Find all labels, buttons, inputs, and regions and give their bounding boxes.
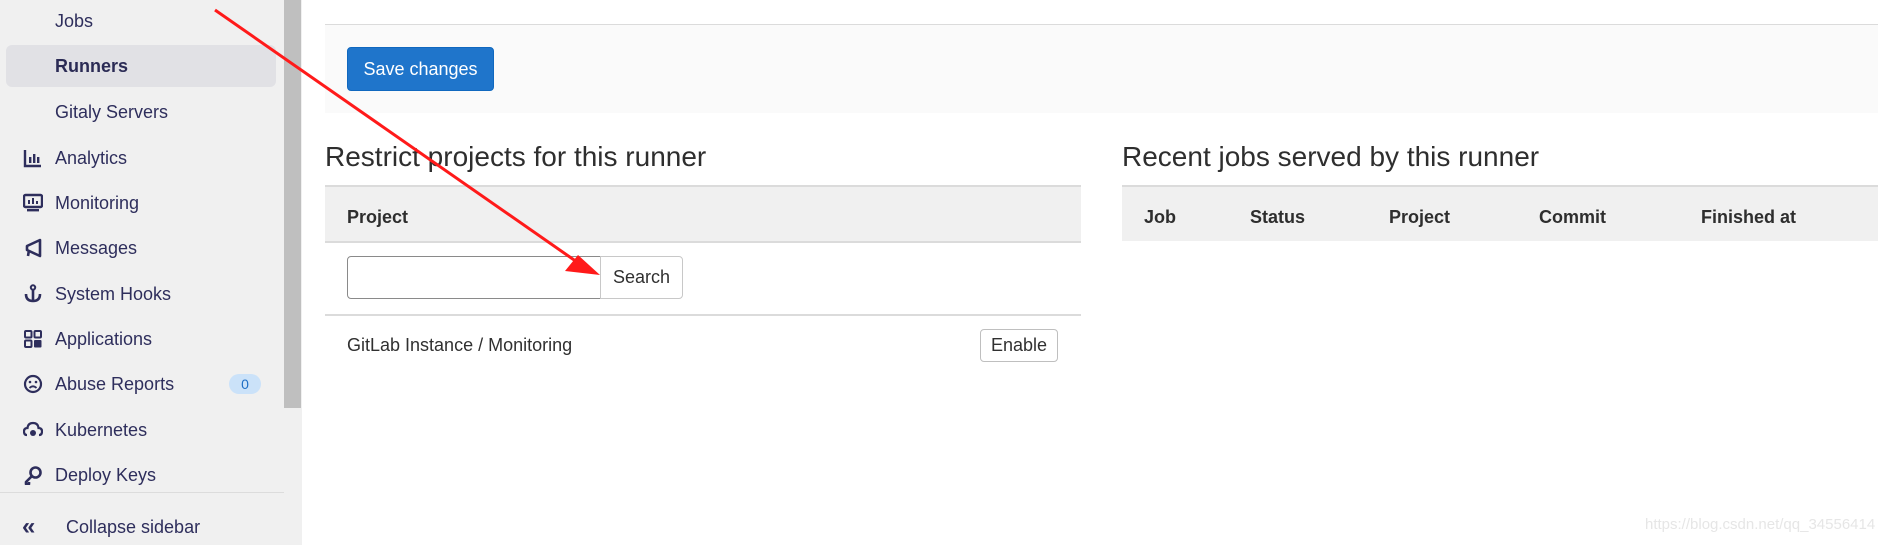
sidebar-item-label: Kubernetes (55, 419, 148, 440)
sidebar-item-monitoring[interactable]: Monitoring (6, 182, 276, 224)
sidebar-item-kubernetes[interactable]: Kubernetes (6, 409, 276, 451)
sad-face-icon (22, 373, 44, 395)
sidebar-item-analytics[interactable]: Analytics (6, 137, 276, 179)
sidebar-item-label: Runners (55, 55, 129, 76)
project-search-input[interactable] (347, 256, 601, 299)
sidebar-divider (0, 492, 302, 493)
save-changes-button[interactable]: Save changes (347, 47, 494, 91)
column-header-status: Status (1250, 207, 1306, 227)
collapse-sidebar-button[interactable]: « Collapse sidebar (0, 510, 302, 544)
sidebar-item-system-hooks[interactable]: System Hooks (6, 273, 276, 315)
sidebar-item-label: Gitaly Servers (55, 101, 169, 122)
column-header-project: Project (347, 207, 409, 227)
sidebar-item-deploy-keys[interactable]: Deploy Keys (6, 454, 276, 496)
project-name: GitLab Instance / Monitoring (347, 335, 573, 355)
sidebar-item-applications[interactable]: Applications (6, 318, 276, 360)
enable-project-button[interactable]: Enable (980, 329, 1058, 362)
sidebar-item-jobs[interactable]: Jobs (6, 0, 276, 42)
sidebar: Jobs Runners Gitaly Servers Analytics Mo… (0, 0, 302, 545)
column-header-project: Project (1389, 207, 1451, 227)
sidebar-item-label: Monitoring (55, 192, 140, 213)
sidebar-item-label: Messages (55, 237, 138, 258)
collapse-sidebar-label: Collapse sidebar (66, 516, 201, 537)
watermark: https://blog.csdn.net/qq_34556414 (1645, 516, 1876, 533)
sidebar-item-gitaly-servers[interactable]: Gitaly Servers (6, 91, 276, 133)
anchor-icon (22, 283, 44, 305)
column-header-job: Job (1144, 207, 1177, 227)
sidebar-item-label: Jobs (55, 10, 94, 31)
monitor-icon (22, 192, 44, 214)
sidebar-item-messages[interactable]: Messages (6, 227, 276, 269)
chart-icon (22, 147, 44, 169)
cloud-gear-icon (22, 419, 44, 441)
sidebar-item-abuse-reports[interactable]: Abuse Reports 0 (6, 363, 276, 405)
key-icon (22, 464, 44, 486)
abuse-reports-count-badge: 0 (229, 374, 261, 394)
column-header-finished-at: Finished at (1701, 207, 1797, 227)
sidebar-item-label: Applications (55, 328, 153, 349)
sidebar-item-label: Abuse Reports (55, 373, 175, 394)
sidebar-item-runners[interactable]: Runners (6, 45, 276, 87)
grid-icon (22, 328, 44, 350)
sidebar-item-label: System Hooks (55, 283, 172, 304)
megaphone-icon (22, 237, 44, 259)
table-row-divider (325, 314, 1081, 316)
sidebar-item-label: Analytics (55, 147, 128, 168)
double-chevron-left-icon: « (22, 513, 36, 540)
recent-jobs-title: Recent jobs served by this runner (1122, 141, 1540, 172)
sidebar-item-label: Deploy Keys (55, 464, 157, 485)
restrict-projects-title: Restrict projects for this runner (325, 141, 707, 172)
column-header-commit: Commit (1539, 207, 1606, 227)
sidebar-scrollbar-thumb[interactable] (284, 0, 301, 408)
search-button[interactable]: Search (600, 256, 683, 299)
recent-jobs-table-header: Job Status Project Commit Finished at (1122, 185, 1878, 241)
form-actions (325, 25, 1878, 113)
restrict-projects-table-header: Project (325, 185, 1081, 243)
